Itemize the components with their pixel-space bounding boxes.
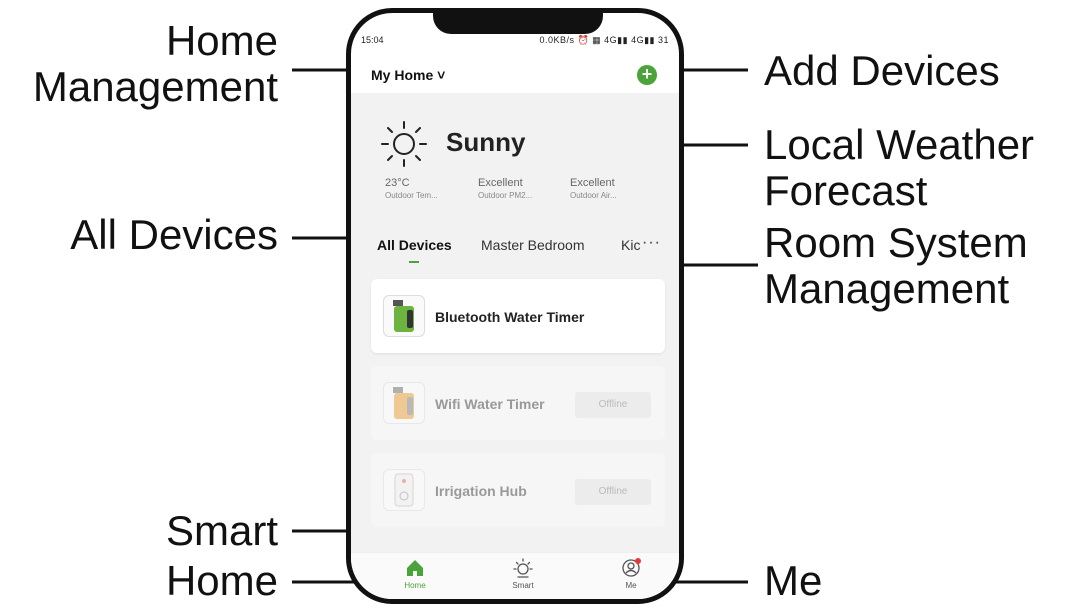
- callout-home: Home: [165, 557, 278, 604]
- status-time: 15:04: [361, 35, 384, 45]
- smart-sun-icon: [513, 558, 533, 578]
- weather-stat: Excellent Outdoor Air...: [570, 177, 617, 200]
- status-icons: 0.0KB/s ⏰ ▦ 4G▮▮ 4G▮▮ 31: [539, 35, 669, 45]
- device-thumbnail: [383, 295, 425, 337]
- device-thumbnail: [383, 382, 425, 424]
- callout-text: Management: [764, 265, 1010, 312]
- sun-icon: [381, 121, 427, 167]
- plus-circle-icon: +: [641, 64, 653, 84]
- phone-notch: [433, 13, 603, 34]
- device-name: Wifi Water Timer: [435, 396, 545, 412]
- callout-local-weather: Local Weather Forecast: [764, 122, 1034, 214]
- tabbar-label: Smart: [512, 581, 534, 590]
- device-name: Bluetooth Water Timer: [435, 309, 585, 325]
- callout-text: Home: [165, 17, 278, 64]
- home-selector[interactable]: My Home ˅: [371, 67, 445, 83]
- tabbar-label: Home: [404, 581, 426, 590]
- tabbar-label: Me: [625, 581, 637, 590]
- stat-value: Excellent: [570, 177, 615, 189]
- app-header: My Home ˅ +: [351, 59, 679, 93]
- callout-room-system: Room System Management: [764, 220, 1028, 312]
- callout-all-devices: All Devices: [70, 211, 278, 258]
- device-thumbnail: [383, 469, 425, 511]
- active-tab-indicator: [409, 261, 419, 263]
- device-card[interactable]: Wifi Water Timer Offline: [371, 366, 665, 440]
- main-content: Sunny 23°C Outdoor Tem... Excellent Outd…: [351, 93, 679, 553]
- device-card[interactable]: Bluetooth Water Timer: [371, 279, 665, 353]
- bottom-tab-bar: Home Smart Me: [351, 552, 679, 599]
- tabbar-home[interactable]: Home: [390, 557, 440, 590]
- weather-stat: Excellent Outdoor PM2...: [478, 177, 532, 200]
- water-timer-icon: [393, 387, 414, 419]
- callout-text: Local Weather: [764, 121, 1035, 168]
- home-icon: [407, 560, 423, 576]
- stat-label: Outdoor Air...: [570, 191, 617, 200]
- more-rooms-button[interactable]: ···: [642, 234, 661, 252]
- stat-value: 23°C: [385, 177, 410, 189]
- callout-text: Forecast: [764, 167, 928, 214]
- tab-all-devices[interactable]: All Devices: [377, 237, 452, 253]
- device-name: Irrigation Hub: [435, 483, 527, 499]
- callout-home-management: Home Management: [0, 18, 278, 110]
- weather-condition: Sunny: [446, 127, 526, 157]
- profile-icon: [622, 558, 641, 577]
- stat-value: Excellent: [478, 177, 523, 189]
- stat-label: Outdoor PM2...: [478, 191, 533, 200]
- tab-kitchen[interactable]: Kic: [621, 237, 640, 253]
- callout-text: Room System: [764, 219, 1028, 266]
- stat-label: Outdoor Tem...: [385, 191, 438, 200]
- device-card[interactable]: Irrigation Hub Offline: [371, 453, 665, 527]
- status-badge: Offline: [575, 392, 651, 418]
- status-badge: Offline: [575, 479, 651, 505]
- hub-icon: [394, 473, 414, 507]
- callout-smart: Smart: [165, 507, 278, 554]
- phone-frame: 15:04 0.0KB/s ⏰ ▦ 4G▮▮ 4G▮▮ 31 My Home ˅…: [346, 8, 684, 604]
- tabbar-me[interactable]: Me: [606, 557, 656, 590]
- callout-me: Me: [764, 557, 823, 604]
- water-timer-icon: [393, 300, 414, 332]
- callout-add-devices: Add Devices: [764, 47, 1000, 94]
- room-tabs: All Devices Master Bedroom Kic ···: [351, 231, 679, 265]
- tabbar-smart[interactable]: Smart: [498, 557, 548, 590]
- tab-master-bedroom[interactable]: Master Bedroom: [481, 237, 584, 253]
- weather-stat: 23°C Outdoor Tem...: [385, 177, 438, 200]
- add-device-button[interactable]: +: [637, 65, 657, 85]
- callout-text: Management: [32, 63, 278, 110]
